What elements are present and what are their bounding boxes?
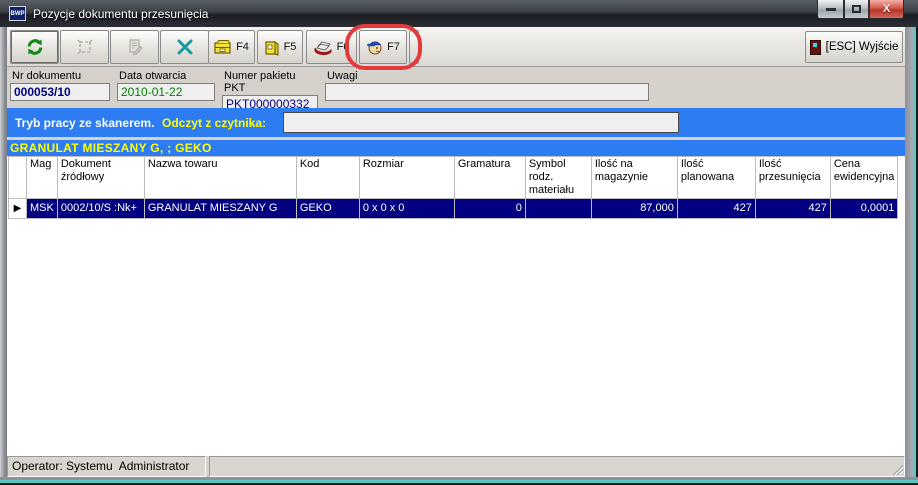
cell-cena[interactable]: 0,0001	[830, 199, 898, 219]
new-item-icon	[76, 38, 94, 56]
col-cena[interactable]: Cena ewidencyjna	[830, 157, 898, 199]
toolbar-separator	[409, 30, 419, 64]
col-symbol[interactable]: Symbol rodz. materiału	[525, 157, 591, 199]
resize-grip[interactable]	[890, 462, 903, 475]
edit-button-disabled	[110, 30, 159, 64]
nr-dokumentu-label: Nr dokumentu	[10, 70, 110, 82]
hints-status: F3 - Ustaw pole czytnika; Shift+Ctrl+N -…	[209, 456, 905, 477]
table-row[interactable]: ▶ MSK 0002/10/S :Nk+ GRANULAT MIESZANY G…	[9, 199, 898, 219]
window-title: Pozycje dokumentu przesunięcia	[33, 7, 208, 21]
app-window: BWP Pozycje dokumentu przesunięcia X	[0, 0, 918, 485]
f7-button[interactable]: F7	[359, 30, 407, 64]
delete-x-icon	[176, 38, 194, 56]
grid-area: Mag Dokument źródłowy Nazwa towaru Kod R…	[7, 156, 905, 456]
cell-gramatura[interactable]: 0	[454, 199, 525, 219]
col-mag[interactable]: Mag	[27, 157, 58, 199]
refresh-icon	[25, 37, 45, 57]
new-button-disabled	[60, 30, 109, 64]
maximize-button[interactable]	[844, 0, 869, 19]
cell-ilosc-przesuniecia[interactable]: 427	[755, 199, 830, 219]
refresh-button[interactable]	[10, 30, 59, 64]
document-form: Nr dokumentu 000053/10 Data otwarcia 201…	[7, 68, 905, 108]
f5-button[interactable]: F5	[257, 30, 303, 64]
f6-label: F6	[337, 41, 350, 53]
selector-column-header	[9, 157, 27, 199]
window-border-bottom	[0, 477, 918, 485]
status-bar: Operator: Systemu Administrator F3 - Ust…	[7, 456, 905, 477]
grid-group-header: GRANULAT MIESZANY G, ; GEKO	[7, 140, 905, 156]
cell-rozmiar[interactable]: 0 x 0 x 0	[359, 199, 454, 219]
cell-dokument[interactable]: 0002/10/S :Nk+	[57, 199, 144, 219]
scanner-bar: Tryb pracy ze skanerem. Odczyt z czytnik…	[7, 108, 905, 137]
window-border-right	[905, 27, 918, 477]
uwagi-label: Uwagi	[325, 70, 649, 82]
delete-button[interactable]	[160, 30, 209, 64]
items-grid: Mag Dokument źródłowy Nazwa towaru Kod R…	[8, 156, 898, 219]
toolbar: F4 F5	[7, 27, 905, 67]
f7-label: F7	[387, 41, 400, 53]
app-icon: BWP	[9, 6, 26, 21]
uwagi-field[interactable]	[325, 83, 649, 101]
f5-label: F5	[284, 41, 297, 53]
card-file-icon	[214, 39, 232, 55]
data-otwarcia-label: Data otwarcia	[117, 70, 215, 82]
cell-symbol[interactable]	[525, 199, 591, 219]
f6-button[interactable]: F6	[306, 30, 357, 64]
tray-papers-icon	[314, 40, 333, 55]
person-cap-icon	[366, 39, 383, 56]
minimize-icon	[826, 8, 836, 11]
f4-label: F4	[236, 41, 249, 53]
grid-header-row: Mag Dokument źródłowy Nazwa towaru Kod R…	[9, 157, 898, 199]
cell-nazwa[interactable]: GRANULAT MIESZANY G	[144, 199, 296, 219]
scanner-read-label: Odczyt z czytnika:	[162, 116, 266, 130]
exit-label: [ESC] Wyjście	[826, 41, 899, 53]
package-icon	[264, 39, 280, 56]
col-nazwa[interactable]: Nazwa towaru	[144, 157, 296, 199]
titlebar: BWP Pozycje dokumentu przesunięcia X	[0, 0, 918, 27]
window-border-left	[0, 27, 7, 477]
window-controls: X	[817, 0, 904, 19]
numer-pakietu-label: Numer pakietu PKT	[222, 70, 318, 94]
col-dokument[interactable]: Dokument źródłowy	[57, 157, 144, 199]
window-content: F4 F5	[7, 27, 905, 477]
nr-dokumentu-field: 000053/10	[10, 83, 110, 101]
scanner-mode-label: Tryb pracy ze skanerem.	[15, 116, 154, 130]
edit-document-icon	[126, 38, 144, 56]
f4-button[interactable]: F4	[208, 30, 255, 64]
operator-status: Operator: Systemu Administrator	[7, 456, 206, 477]
cell-ilosc-planowana[interactable]: 427	[677, 199, 755, 219]
close-icon: X	[883, 3, 890, 15]
data-otwarcia-field: 2010-01-22	[117, 83, 215, 101]
col-kod[interactable]: Kod	[296, 157, 359, 199]
exit-button[interactable]: [ESC] Wyjście	[805, 31, 903, 63]
col-ilosc-planowana[interactable]: Ilość planowana	[677, 157, 755, 199]
col-ilosc-magazyn[interactable]: Ilość na magazynie	[591, 157, 677, 199]
scanner-input[interactable]	[283, 112, 679, 133]
cell-mag[interactable]: MSK	[27, 199, 58, 219]
cell-kod[interactable]: GEKO	[296, 199, 359, 219]
col-ilosc-przesuniecia[interactable]: Ilość przesunięcia	[755, 157, 830, 199]
minimize-button[interactable]	[817, 0, 844, 19]
close-button[interactable]: X	[869, 0, 904, 19]
row-selector-icon: ▶	[9, 199, 27, 219]
maximize-icon	[852, 5, 861, 13]
cell-ilosc-magazyn[interactable]: 87,000	[591, 199, 677, 219]
exit-door-icon	[810, 40, 821, 55]
col-gramatura[interactable]: Gramatura	[454, 157, 525, 199]
col-rozmiar[interactable]: Rozmiar	[359, 157, 454, 199]
